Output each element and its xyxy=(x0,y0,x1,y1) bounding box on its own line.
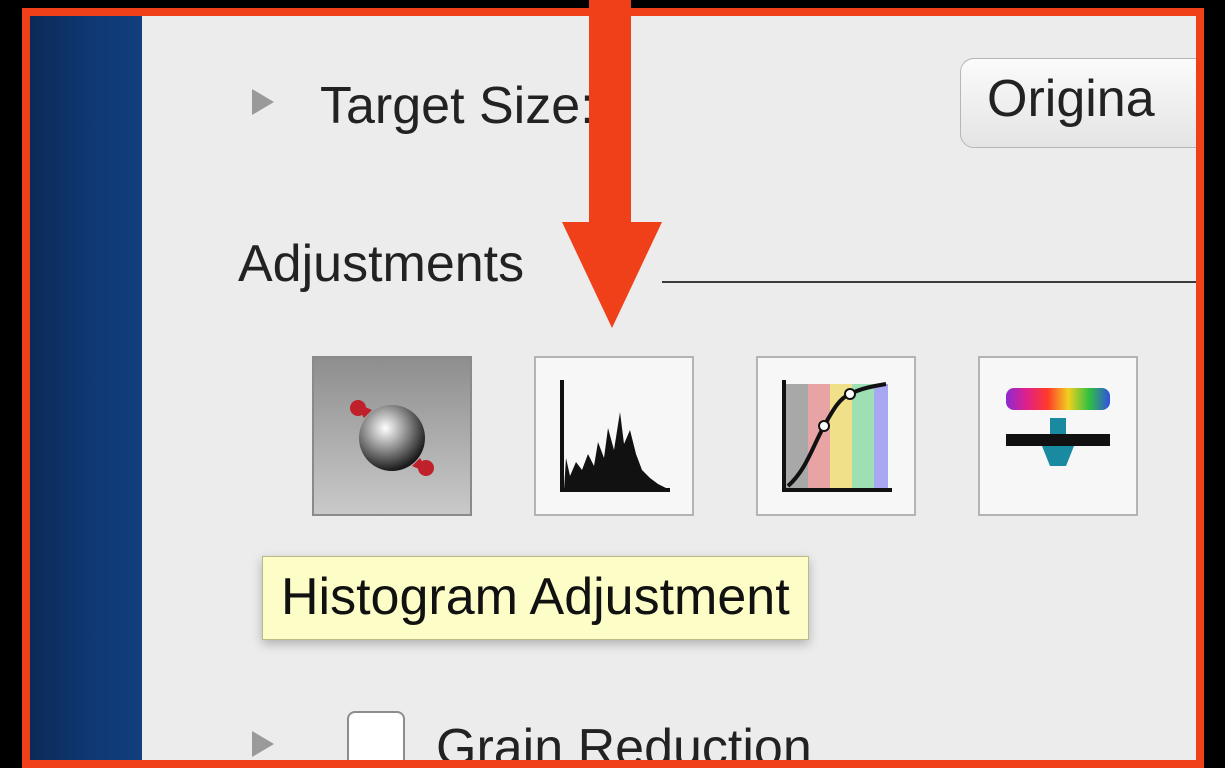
annotation-arrow-icon xyxy=(562,0,662,328)
